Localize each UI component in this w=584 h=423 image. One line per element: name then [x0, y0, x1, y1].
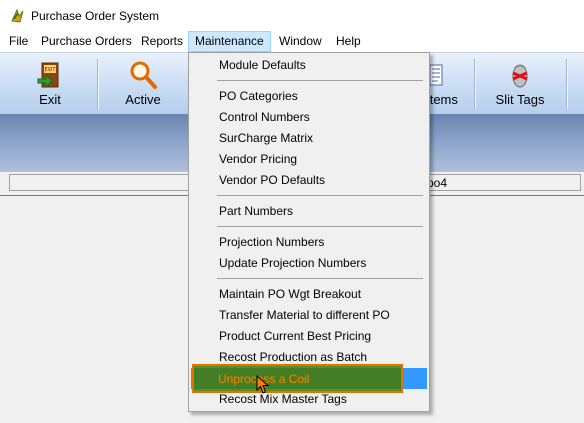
toolbar-separator	[474, 59, 476, 109]
menu-item-maintain-po-wgt-breakout[interactable]: Maintain PO Wgt Breakout	[191, 284, 427, 305]
menu-item-part-numbers[interactable]: Part Numbers	[191, 201, 427, 222]
toolbar-separator	[97, 59, 99, 109]
menu-purchase-orders[interactable]: Purchase Orders	[35, 31, 138, 51]
menu-item-control-numbers[interactable]: Control Numbers	[191, 107, 427, 128]
exit-door-icon: EXIT	[37, 62, 59, 89]
menu-separator	[217, 80, 423, 81]
maintenance-menu: Module Defaults PO Categories Control Nu…	[188, 52, 430, 412]
menu-file[interactable]: File	[3, 31, 34, 51]
exit-label: Exit	[39, 92, 61, 107]
active-label: Active	[125, 92, 161, 107]
menu-item-module-defaults[interactable]: Module Defaults	[191, 55, 427, 76]
menu-help[interactable]: Help	[330, 31, 367, 51]
menu-item-surcharge-matrix[interactable]: SurCharge Matrix	[191, 128, 427, 149]
menu-separator	[217, 278, 423, 279]
menu-item-projection-numbers[interactable]: Projection Numbers	[191, 232, 427, 253]
menu-item-vendor-pricing[interactable]: Vendor Pricing	[191, 149, 427, 170]
menu-maintenance[interactable]: Maintenance	[188, 31, 271, 52]
window-title: Purchase Order System	[31, 9, 160, 23]
title-bar: Purchase Order System	[0, 0, 584, 31]
menu-item-recost-production-as-batch[interactable]: Recost Production as Batch	[191, 347, 427, 368]
slit-tags-icon	[512, 64, 528, 88]
menu-item-transfer-material[interactable]: Transfer Material to different PO	[191, 305, 427, 326]
exit-button[interactable]: EXIT Exit	[4, 55, 96, 113]
menu-separator	[217, 226, 423, 227]
menu-separator	[217, 195, 423, 196]
status-text: po4	[427, 176, 448, 190]
toolbar-separator	[566, 59, 568, 109]
magnifier-icon	[130, 61, 157, 89]
menu-bar: File Purchase Orders Reports Maintenance…	[0, 31, 584, 52]
menu-item-update-projection-numbers[interactable]: Update Projection Numbers	[191, 253, 427, 274]
svg-text:EXIT: EXIT	[44, 67, 56, 73]
menu-item-product-current-best-pricing[interactable]: Product Current Best Pricing	[191, 326, 427, 347]
app-icon	[11, 8, 24, 23]
menu-item-recost-mix-master-tags[interactable]: Recost Mix Master Tags	[191, 389, 427, 410]
slit-tags-label: Slit Tags	[495, 92, 545, 107]
menu-item-vendor-po-defaults[interactable]: Vendor PO Defaults	[191, 170, 427, 191]
menu-reports[interactable]: Reports	[135, 31, 189, 51]
menu-window[interactable]: Window	[273, 31, 328, 51]
slit-tags-button[interactable]: Slit Tags	[477, 55, 563, 113]
mouse-pointer-icon	[256, 375, 270, 394]
active-button[interactable]: Active	[100, 55, 186, 113]
menu-item-po-categories[interactable]: PO Categories	[191, 86, 427, 107]
